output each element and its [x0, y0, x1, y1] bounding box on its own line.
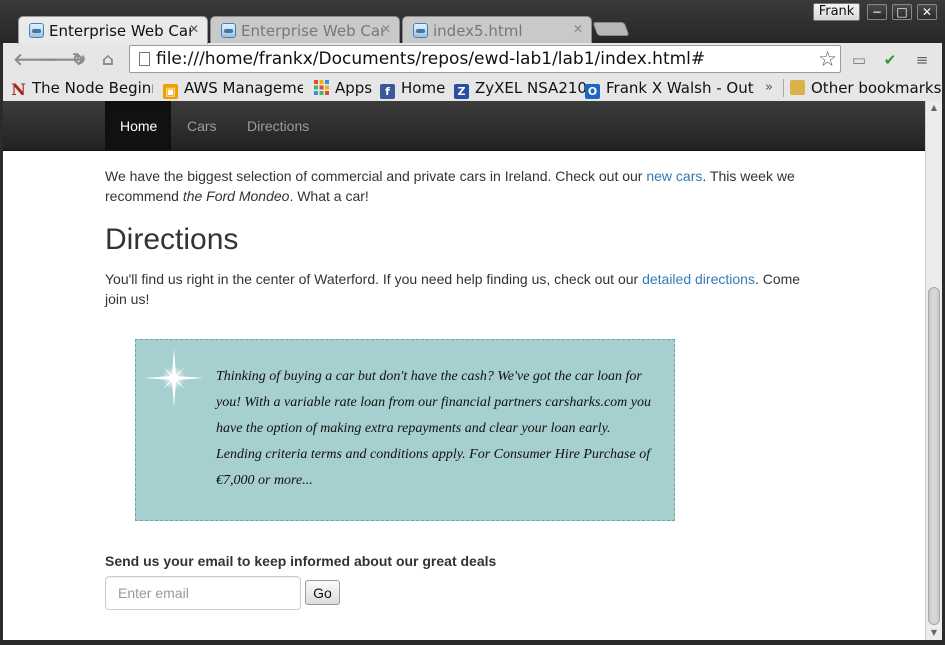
bookmark-zyxel[interactable]: Z ZyXEL NSA210 — [454, 77, 587, 99]
page-icon — [139, 52, 150, 66]
bookmark-label: AWS Management Console — [184, 79, 303, 97]
bookmark-label: Apps — [335, 79, 373, 97]
nav-home[interactable]: Home — [105, 101, 171, 151]
bookmark-label: ZyXEL NSA210 — [475, 79, 587, 97]
site-navbar: Home Cars Directions — [3, 101, 925, 151]
email-input[interactable] — [105, 576, 301, 610]
tab-title: Enterprise Web Cars — [241, 22, 383, 40]
sparkle-star-icon — [144, 348, 204, 408]
intro-text: We have the biggest selection of commerc… — [105, 168, 647, 184]
menu-icon[interactable]: ≡ — [912, 51, 932, 69]
bookmark-label: Frank X Walsh - Outlook — [606, 79, 755, 97]
promo-text: Thinking of buying a car but don't have … — [216, 369, 651, 488]
bookmark-apps[interactable]: Apps — [314, 77, 372, 99]
scrollbar-thumb[interactable] — [928, 287, 940, 625]
url-input[interactable] — [156, 47, 796, 71]
tab-enterprise-web-cars-2[interactable]: Enterprise Web Cars ✕ — [210, 16, 400, 44]
other-bookmarks[interactable]: Other bookmarks — [790, 77, 941, 99]
tab-index5[interactable]: index5.html ✕ — [402, 16, 592, 44]
bookmark-label: Other bookmarks — [811, 79, 942, 97]
tab-title: index5.html — [433, 22, 523, 40]
reload-icon[interactable]: ↻ — [69, 51, 89, 69]
bookmark-home[interactable]: f Home — [380, 77, 445, 99]
maximize-button[interactable]: □ — [892, 4, 912, 20]
cast-icon[interactable]: ▭ — [849, 51, 869, 69]
tab-close-icon[interactable]: ✕ — [573, 21, 583, 37]
bookmark-node-beginner[interactable]: N The Node Beginner — [11, 77, 153, 99]
facebook-icon: f — [380, 84, 395, 99]
aws-icon: ▣ — [163, 84, 178, 99]
bookmarks-bar: N The Node Beginner ▣ AWS Management Conso… — [3, 75, 942, 101]
arrow-right-icon[interactable]: 🡒 — [40, 51, 86, 69]
apps-grid-icon — [314, 80, 329, 95]
arrow-left-icon[interactable]: 🡐 — [13, 51, 59, 69]
minimize-button[interactable]: − — [867, 4, 887, 20]
checkmark-extension-icon[interactable]: ✔ — [880, 51, 900, 69]
n-icon: N — [11, 80, 26, 99]
bookmark-outlook[interactable]: O Frank X Walsh - Outlook — [585, 77, 755, 99]
browser-toolbar: 🡐 🡒 ↻ ⌂ ☆ ▭ ✔ ≡ — [3, 43, 942, 75]
nav-cars[interactable]: Cars — [172, 101, 232, 151]
nav-directions[interactable]: Directions — [232, 101, 324, 151]
outlook-icon: O — [585, 84, 600, 99]
scroll-down-arrow-icon[interactable]: ▼ — [926, 626, 942, 640]
new-cars-link[interactable]: new cars — [646, 168, 702, 184]
home-icon[interactable]: ⌂ — [98, 51, 118, 69]
car-favicon-icon — [221, 23, 236, 38]
star-icon[interactable]: ☆ — [818, 47, 837, 71]
new-tab-button[interactable] — [592, 22, 630, 36]
intro-paragraph: We have the biggest selection of commerc… — [105, 166, 805, 206]
directions-paragraph: You'll find us right in the center of Wa… — [105, 269, 805, 309]
tab-close-icon[interactable]: ✕ — [189, 21, 199, 37]
car-favicon-icon — [29, 23, 44, 38]
profile-button[interactable]: Frank — [813, 3, 860, 21]
directions-heading: Directions — [105, 223, 239, 256]
more-bookmarks-chevron-icon[interactable]: » — [765, 77, 773, 99]
tab-title: Enterprise Web Cars — [49, 22, 191, 40]
newsletter-label: Send us your email to keep informed abou… — [105, 553, 497, 569]
go-button[interactable]: Go — [305, 580, 340, 605]
folder-icon — [790, 80, 805, 95]
bookmark-separator — [783, 79, 784, 97]
recommended-car: the Ford Mondeo — [182, 188, 290, 204]
title-bar: Frank − □ ✕ index5.html ✕ Enterprise Web… — [0, 0, 945, 44]
scroll-up-arrow-icon[interactable]: ▲ — [926, 101, 942, 115]
detailed-directions-link[interactable]: detailed directions — [642, 271, 755, 287]
zyxel-icon: Z — [454, 84, 469, 99]
bookmark-label: The Node Beginner — [32, 79, 153, 97]
directions-text: You'll find us right in the center of Wa… — [105, 271, 643, 287]
address-bar[interactable]: ☆ — [129, 45, 841, 73]
car-loan-promo-box: Thinking of buying a car but don't have … — [135, 339, 675, 521]
tab-enterprise-web-cars-active[interactable]: Enterprise Web Cars ✕ — [18, 16, 208, 44]
tab-close-icon[interactable]: ✕ — [381, 21, 391, 37]
vertical-scrollbar[interactable]: ▲ ▼ — [925, 101, 942, 640]
close-window-button[interactable]: ✕ — [917, 4, 937, 20]
car-favicon-icon — [413, 23, 428, 38]
bookmark-aws[interactable]: ▣ AWS Management Console — [163, 77, 303, 99]
intro-text: . What a car! — [289, 188, 369, 204]
page-viewport: Home Cars Directions We have the biggest… — [3, 101, 925, 640]
bookmark-label: Home — [401, 79, 446, 97]
